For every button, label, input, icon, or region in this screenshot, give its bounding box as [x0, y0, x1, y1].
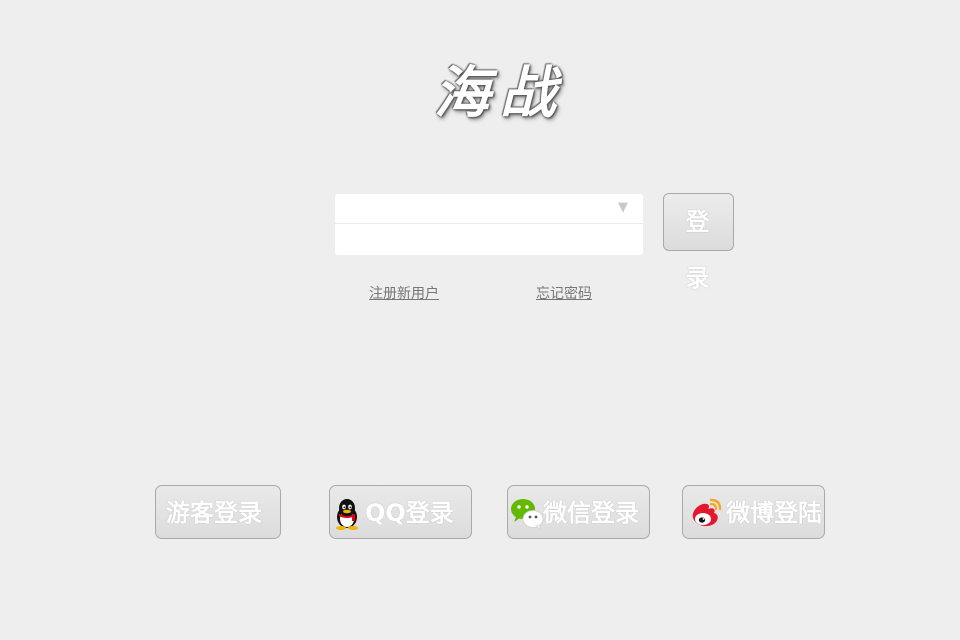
weibo-login-button[interactable]: 微博登陆	[682, 485, 825, 539]
weibo-icon	[692, 498, 722, 527]
field-divider	[335, 223, 643, 224]
forgot-password-link[interactable]: 忘记密码	[536, 283, 592, 303]
register-link[interactable]: 注册新用户	[369, 283, 439, 303]
wechat-icon	[511, 499, 544, 530]
wechat-login-button[interactable]: 微信登录	[507, 485, 650, 539]
wechat-login-label: 微信登录	[543, 499, 639, 527]
qq-login-button[interactable]: QQ登录	[329, 485, 472, 539]
guest-login-button[interactable]: 游客登录	[155, 485, 281, 539]
qq-login-label: QQ登录	[365, 499, 454, 527]
account-dropdown-icon[interactable]: ▼	[615, 201, 631, 215]
weibo-login-label: 微博登陆	[726, 499, 822, 527]
login-screen: 海战 ▼ 登 录 注册新用户 忘记密码 游客登录 QQ登录 微信登录 微博登陆	[0, 0, 960, 640]
guest-login-label: 游客登录	[166, 499, 262, 527]
password-input[interactable]	[335, 225, 643, 254]
login-form: ▼	[335, 194, 643, 255]
qq-penguin-icon	[336, 499, 358, 530]
game-logo: 海战	[434, 60, 566, 126]
account-input[interactable]	[335, 194, 643, 223]
login-button[interactable]: 登 录	[663, 193, 734, 292]
